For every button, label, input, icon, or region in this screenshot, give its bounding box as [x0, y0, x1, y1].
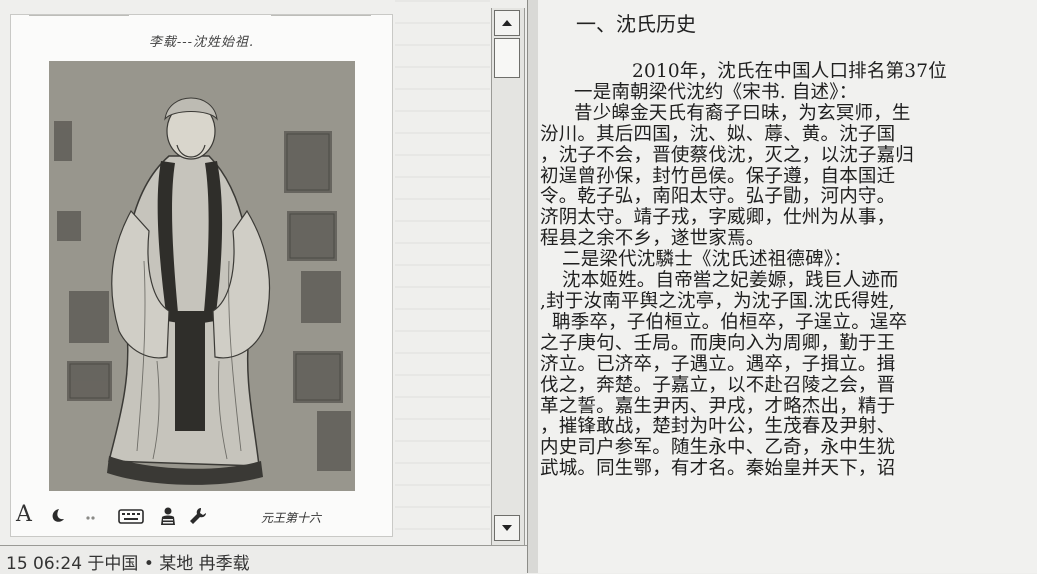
- wrench-icon[interactable]: [187, 505, 209, 527]
- article-line: ，摧锋敢战，楚封为叶公，生茂春及尹射、: [540, 416, 896, 438]
- article-line: 一是南朝梁代沈约《宋书. 自述》：: [574, 81, 858, 103]
- article-line: 济阴太守。靖子戎，字威卿，仕州为从事，: [540, 207, 896, 229]
- article-line: 程县之余不乡，遂世家焉。: [540, 228, 765, 250]
- article-line: 初逞曾孙保，封竹邑侯。保子遵，自本国迁: [540, 165, 896, 187]
- arrow-down-icon: [502, 525, 512, 531]
- article-pane: 一、沈氏历史 2010年，沈氏在中国人口排名第37位 一是南朝梁代沈约《宋书. …: [538, 0, 1037, 573]
- article-line: 之子庚句、壬局。而庚向入为周卿，勤于王: [540, 332, 896, 354]
- image-card: 李载---沈姓始祖. A 元王第十六: [10, 14, 393, 537]
- card-divider: [271, 15, 371, 16]
- article-line: 令。乾子弘，南阳太守。弘子勖，河内守。: [540, 186, 896, 208]
- vertical-scrollbar[interactable]: [491, 8, 525, 545]
- user-icon[interactable]: [157, 505, 179, 527]
- article-line: 革之誓。嘉生尹丙、尹戌，才略杰出，精于: [540, 395, 896, 417]
- arrow-up-icon: [502, 20, 512, 26]
- image-caption: 李载---沈姓始祖.: [148, 35, 255, 50]
- article-line: 2010年，沈氏在中国人口排名第37位: [632, 61, 947, 82]
- article-line: 武城。同生鄂，有才名。秦始皇并天下，诏: [540, 458, 896, 480]
- article-line: 沈本姬姓。自帝喾之妃姜嫄，践巨人迹而: [562, 270, 899, 292]
- image-signature-text: 元王第十六: [261, 511, 322, 525]
- status-text: 15 06:24 于中国 • 某地 冉季载: [6, 554, 250, 574]
- text-tool-button[interactable]: A: [15, 502, 33, 527]
- left-pane: 李载---沈姓始祖. A 元王第十六: [0, 0, 490, 545]
- article-line: 汾川。其后四国，沈、姒、蓐、黄。沈子国: [540, 123, 896, 145]
- faded-background-text: [395, 0, 490, 545]
- portrait-drawing: [49, 61, 355, 491]
- article-line: 伐之，奔楚。子嘉立，以不赴召陵之会，晋: [540, 374, 896, 396]
- moon-icon[interactable]: [45, 505, 67, 527]
- card-divider: [29, 15, 129, 16]
- article-line: 内史司户参军。随生永中、乙奇，永中生犹: [540, 437, 896, 459]
- article-line: 昔少皞金天氏有裔子曰昧，为玄冥师，生: [574, 102, 911, 124]
- status-bar: 15 06:24 于中国 • 某地 冉季载: [0, 545, 527, 574]
- keyboard-icon[interactable]: [117, 505, 145, 527]
- image-toolbar: A 元王第十六: [11, 495, 392, 535]
- scroll-down-button[interactable]: [494, 515, 520, 541]
- dots-icon[interactable]: [81, 505, 103, 527]
- article-line: 聃季卒，子伯桓立。伯桓卒，子逞立。逞卒: [552, 311, 908, 333]
- ancestor-portrait-image[interactable]: [49, 61, 355, 491]
- article-line: 济立。已济卒，子遇立。遇卒，子揖立。揖: [540, 353, 896, 375]
- article-line: 二是梁代沈驎士《沈氏述祖德碑》：: [562, 249, 852, 271]
- article-heading: 一、沈氏历史: [576, 12, 696, 36]
- article-line: ,封于汝南平舆之沈亭，为沈子国.沈氏得姓,: [540, 290, 895, 312]
- article-body: 2010年，沈氏在中国人口排名第37位 一是南朝梁代沈约《宋书. 自述》： 昔少…: [540, 61, 1037, 480]
- scroll-thumb[interactable]: [494, 38, 520, 78]
- article-line: ，沈子不会，晋使蔡伐沈，灭之，以沈子嘉归: [540, 144, 915, 166]
- scroll-up-button[interactable]: [494, 10, 520, 36]
